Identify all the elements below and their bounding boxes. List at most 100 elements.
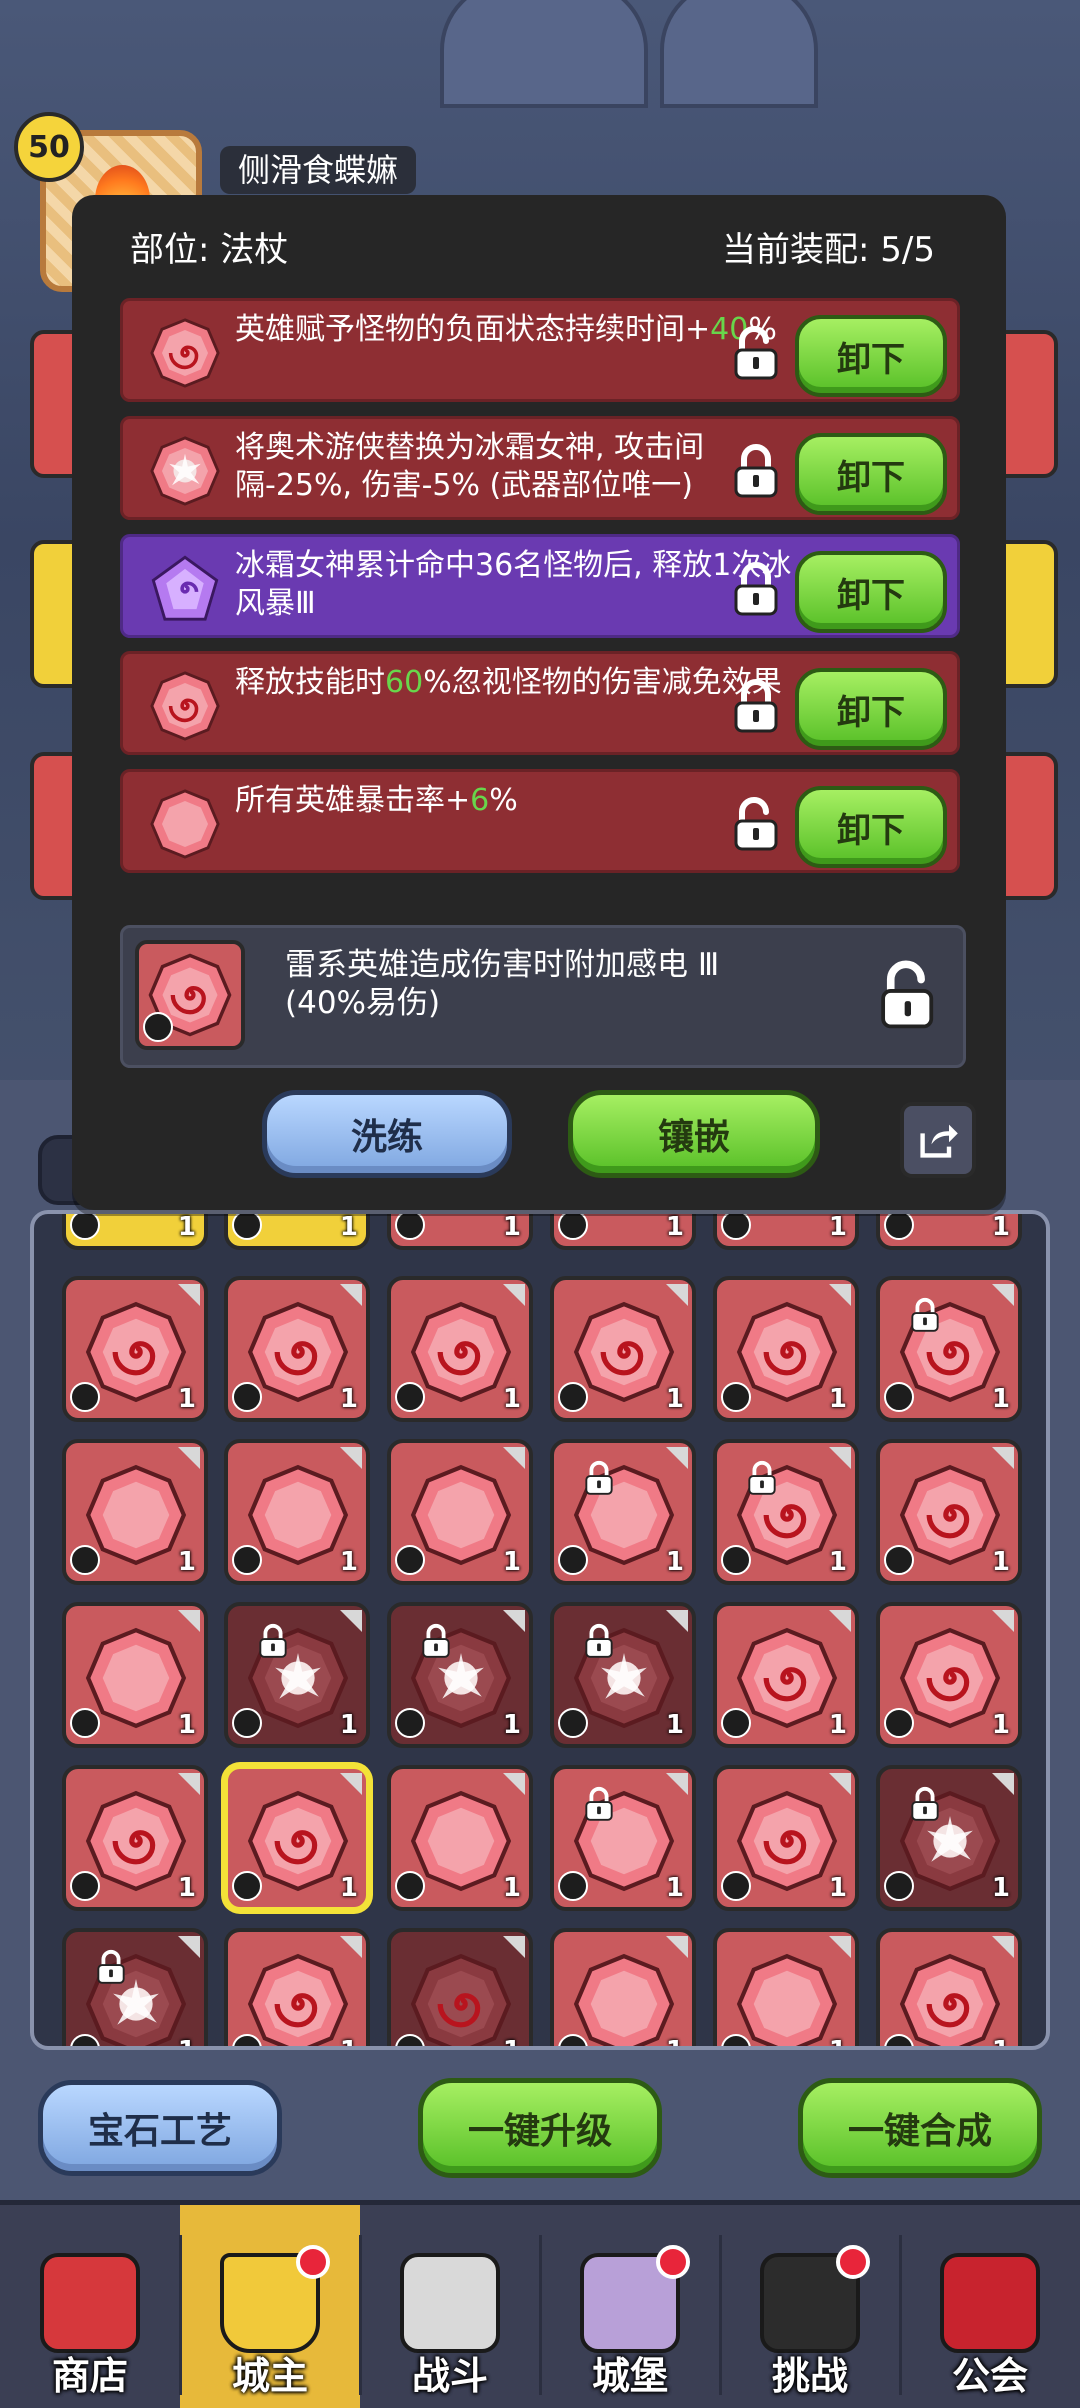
gem-cell[interactable]: 1	[876, 1602, 1022, 1748]
gem-cell[interactable]: 1	[224, 1765, 370, 1911]
lock-icon[interactable]	[726, 559, 786, 619]
gem-cell[interactable]: 1	[713, 1276, 859, 1422]
nav-tab[interactable]: 城堡	[540, 2205, 720, 2408]
gem-cell[interactable]: 1	[224, 1439, 370, 1585]
lock-icon	[422, 1623, 450, 1658]
gem-type-icon	[558, 1382, 588, 1412]
gem-count: 1	[991, 1873, 1010, 1903]
gem-cell[interactable]: 1	[62, 1214, 208, 1250]
gem-craft-button[interactable]: 宝石工艺	[38, 2080, 282, 2176]
gem-cell[interactable]: 1	[713, 1212, 859, 1250]
reroll-button[interactable]: 洗练	[262, 1090, 512, 1178]
gem-cell[interactable]: 1	[876, 1439, 1022, 1585]
corner-marker	[666, 1773, 688, 1795]
corner-marker	[503, 1284, 525, 1306]
gem-cell[interactable]: 1	[713, 1439, 859, 1585]
gem-count: 1	[828, 1212, 847, 1242]
gem-type-icon	[721, 1214, 751, 1240]
unlocked-lock-icon[interactable]	[726, 323, 786, 383]
unequip-button[interactable]: 卸下	[795, 786, 947, 868]
share-icon[interactable]	[900, 1102, 976, 1178]
gem-cell[interactable]: 1	[62, 1602, 208, 1748]
upgrade-all-button[interactable]: 一键升级	[418, 2078, 662, 2178]
unlocked-lock-icon[interactable]	[873, 958, 949, 1034]
gem-type-icon	[70, 1708, 100, 1738]
gem-cell[interactable]: 1	[387, 1276, 533, 1422]
lock-icon[interactable]	[726, 676, 786, 736]
gem-count: 1	[828, 1384, 847, 1414]
gem-cell[interactable]: 1	[876, 1214, 1022, 1250]
corner-marker	[340, 1610, 362, 1632]
gem-count: 1	[828, 1873, 847, 1903]
unequip-button[interactable]: 卸下	[795, 551, 947, 633]
unlocked-lock-icon[interactable]	[726, 794, 786, 854]
gem-type-icon	[395, 1214, 425, 1240]
gem-type-icon	[884, 1214, 914, 1240]
gem-cell[interactable]: 1	[713, 1602, 859, 1748]
gem-cell[interactable]: 1	[550, 1928, 696, 2046]
gem-cell[interactable]: 1	[224, 1928, 370, 2046]
gem-type-icon	[232, 1214, 262, 1240]
corner-marker	[829, 1284, 851, 1306]
corner-marker	[178, 1773, 200, 1795]
inlay-button[interactable]: 镶嵌	[568, 1090, 820, 1178]
nav-tab[interactable]: 商店	[0, 2205, 180, 2408]
effect-value: 6	[470, 783, 490, 818]
nav-tab[interactable]: 挑战	[720, 2205, 900, 2408]
nav-tab[interactable]: 战斗	[360, 2205, 540, 2408]
nav-tab[interactable]: 公会	[900, 2205, 1080, 2408]
lock-icon[interactable]	[726, 441, 786, 501]
equipped-gem-row: 释放技能时60%忽视怪物的伤害减免效果 卸下	[120, 651, 960, 755]
selected-gem-description: 雷系英雄造成伤害时附加感电 Ⅲ (40%易伤)	[285, 947, 720, 1021]
gem-cell[interactable]: 1	[224, 1214, 370, 1250]
selected-gem-slot[interactable]	[135, 940, 245, 1050]
swirl-gem-icon	[410, 1953, 512, 2046]
gem-cell[interactable]: 1	[62, 1276, 208, 1422]
nav-tab-label: 战斗	[411, 2354, 488, 2398]
gem-count: 1	[502, 1873, 521, 1903]
gem-cell[interactable]: 1	[876, 1276, 1022, 1422]
gem-cell[interactable]: 1	[62, 1928, 208, 2046]
swirl-gem-icon	[410, 1301, 512, 1403]
effect-text: 英雄赋予怪物的负面状态持续时间+	[235, 312, 711, 347]
gem-cell[interactable]: 1	[387, 1214, 533, 1250]
swirl-gem-icon	[899, 1627, 1001, 1729]
gem-cell[interactable]: 1	[387, 1928, 533, 2046]
equip-count: 当前装配: 5/5	[722, 230, 935, 270]
gem-cell[interactable]: 1	[224, 1276, 370, 1422]
gem-cell[interactable]: 1	[876, 1765, 1022, 1911]
gem-cell[interactable]: 1	[550, 1276, 696, 1422]
equipped-gem-row: 将奥术游侠替换为冰霜女神, 攻击间隔-25%, 伤害-5% (武器部位唯一) 卸下	[120, 416, 960, 520]
gem-cell[interactable]: 1	[550, 1765, 696, 1911]
gem-count: 1	[502, 1384, 521, 1414]
gem-cell[interactable]: 1	[62, 1439, 208, 1585]
gem-cell[interactable]: 1	[550, 1214, 696, 1250]
gem-cell[interactable]: 1	[713, 1765, 859, 1911]
plain-gem-icon	[410, 1464, 512, 1566]
unequip-button[interactable]: 卸下	[795, 315, 947, 397]
gem-count: 1	[665, 1873, 684, 1903]
gem-cell[interactable]: 1	[387, 1439, 533, 1585]
gem-count: 1	[339, 1547, 358, 1577]
nav-tab-label: 商店	[51, 2354, 128, 2398]
effect-text: %	[489, 783, 518, 818]
gem-cell[interactable]: 1	[387, 1602, 533, 1748]
gem-count: 1	[340, 2036, 358, 2046]
gem-cell[interactable]: 1	[62, 1765, 208, 1911]
gem-cell[interactable]: 1	[550, 1602, 696, 1748]
gem-cell[interactable]: 1	[550, 1439, 696, 1585]
corner-marker	[503, 1610, 525, 1632]
gem-cell[interactable]: 1	[713, 1928, 859, 2046]
gem-count: 1	[177, 1384, 196, 1414]
gem-type-icon	[395, 1382, 425, 1412]
gem-cell[interactable]: 1	[224, 1602, 370, 1748]
merge-all-button[interactable]: 一键合成	[798, 2078, 1042, 2178]
gem-cell[interactable]: 1	[387, 1765, 533, 1911]
gem-cell[interactable]: 1	[876, 1928, 1022, 2046]
corner-marker	[666, 1447, 688, 1469]
corner-marker	[666, 1610, 688, 1632]
unequip-button[interactable]: 卸下	[795, 668, 947, 750]
unequip-button[interactable]: 卸下	[795, 433, 947, 515]
gem-count: 1	[339, 1710, 358, 1740]
nav-tab[interactable]: 城主	[180, 2205, 360, 2408]
